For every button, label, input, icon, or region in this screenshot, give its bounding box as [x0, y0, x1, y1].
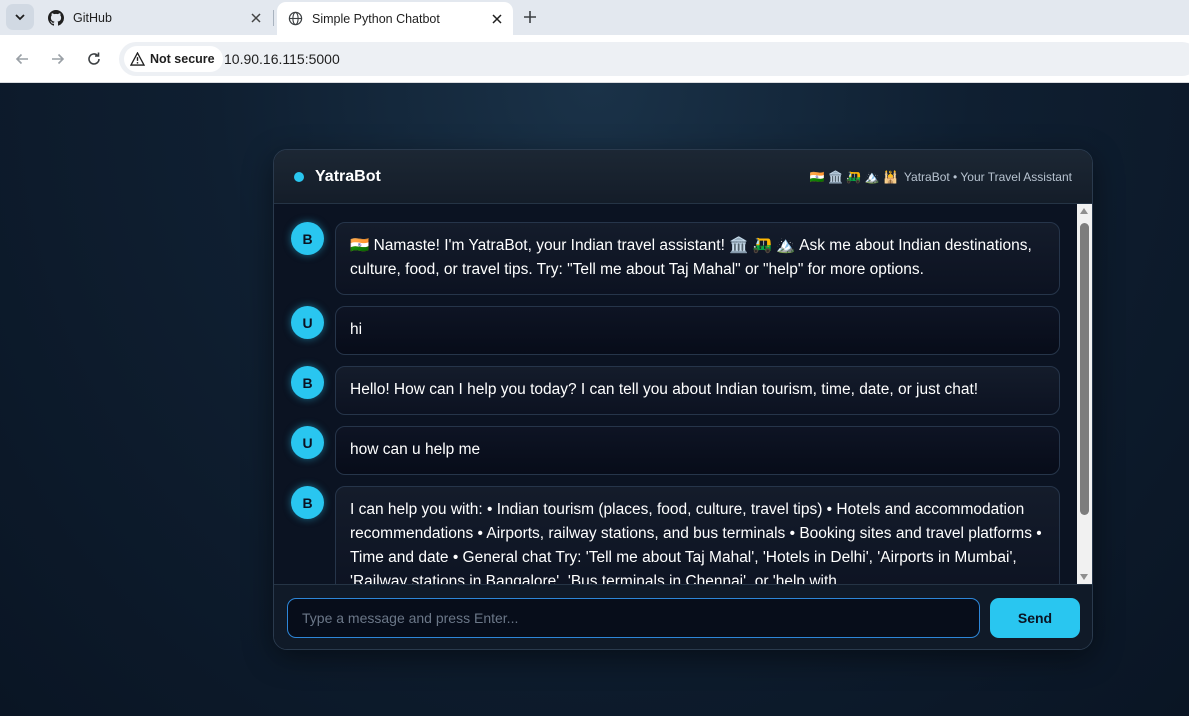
scroll-down-arrow-icon[interactable]	[1080, 574, 1088, 580]
reload-icon	[88, 52, 100, 65]
arrow-left-icon	[15, 53, 28, 65]
message-bubble: I can help you with: • Indian tourism (p…	[335, 486, 1060, 584]
chat-panel: YatraBot 🇮🇳 🏛️ 🛺 🏔️ 🕌 YatraBot • Your Tr…	[273, 149, 1093, 650]
reload-button[interactable]	[82, 47, 106, 71]
github-icon	[48, 9, 64, 26]
message-bot: B Hello! How can I help you today? I can…	[291, 366, 1078, 415]
page-background: YatraBot 🇮🇳 🏛️ 🛺 🏔️ 🕌 YatraBot • Your Tr…	[0, 83, 1189, 716]
tab-separator	[273, 10, 274, 26]
message-user: U how can u help me	[291, 426, 1078, 475]
tab-simple-python-chatbot[interactable]: Simple Python Chatbot	[277, 2, 513, 35]
message-bubble: hi	[335, 306, 1060, 355]
message-list[interactable]: B 🇮🇳 Namaste! I'm YatraBot, your Indian …	[274, 204, 1078, 584]
message-scrollbar[interactable]	[1077, 204, 1092, 584]
message-input[interactable]	[287, 598, 980, 638]
chat-title: YatraBot	[315, 168, 381, 185]
message-bubble: 🇮🇳 Namaste! I'm YatraBot, your Indian tr…	[335, 222, 1060, 295]
subtitle-text: YatraBot • Your Travel Assistant	[903, 170, 1072, 184]
online-status-dot	[294, 172, 304, 182]
plus-icon	[524, 11, 536, 23]
tab-title: Simple Python Chatbot	[312, 11, 440, 26]
arrow-right-icon	[52, 53, 65, 65]
browser-tab-bar: GitHub Simple Python Chatbot	[0, 0, 1189, 35]
tab-search-button[interactable]	[6, 4, 34, 30]
message-bubble: how can u help me	[335, 426, 1060, 475]
browser-toolbar: Not secure 10.90.16.115:5000	[0, 35, 1189, 83]
user-avatar: U	[291, 426, 324, 459]
message-user: U hi	[291, 306, 1078, 355]
message-bot: B 🇮🇳 Namaste! I'm YatraBot, your Indian …	[291, 222, 1078, 295]
close-tab-icon[interactable]	[487, 9, 507, 29]
bot-avatar: B	[291, 486, 324, 519]
site-security-chip[interactable]: Not secure	[124, 46, 223, 72]
scroll-up-arrow-icon[interactable]	[1080, 208, 1088, 214]
address-bar[interactable]: Not secure 10.90.16.115:5000	[119, 42, 1189, 76]
tab-title: GitHub	[73, 10, 112, 25]
new-tab-button[interactable]	[519, 6, 541, 28]
send-button[interactable]: Send	[990, 598, 1080, 638]
scroll-thumb[interactable]	[1080, 223, 1089, 515]
warning-icon	[130, 52, 145, 66]
bot-avatar: B	[291, 222, 324, 255]
chevron-down-icon	[15, 14, 25, 21]
tab-github[interactable]: GitHub	[40, 0, 272, 35]
message-bot: B I can help you with: • Indian tourism …	[291, 486, 1078, 584]
user-avatar: U	[291, 306, 324, 339]
message-composer: Send	[274, 584, 1092, 649]
back-button[interactable]	[10, 47, 34, 71]
globe-icon	[287, 11, 303, 27]
message-bubble: Hello! How can I help you today? I can t…	[335, 366, 1060, 415]
bot-avatar: B	[291, 366, 324, 399]
url-text[interactable]: 10.90.16.115:5000	[224, 51, 340, 67]
security-label: Not secure	[150, 52, 215, 66]
chat-subtitle: 🇮🇳 🏛️ 🛺 🏔️ 🕌 YatraBot • Your Travel Assi…	[810, 170, 1072, 184]
forward-button[interactable]	[46, 47, 70, 71]
chat-header: YatraBot 🇮🇳 🏛️ 🛺 🏔️ 🕌 YatraBot • Your Tr…	[274, 150, 1092, 204]
subtitle-emoji: 🇮🇳 🏛️ 🛺 🏔️ 🕌	[809, 170, 898, 184]
close-tab-icon[interactable]	[246, 8, 266, 28]
